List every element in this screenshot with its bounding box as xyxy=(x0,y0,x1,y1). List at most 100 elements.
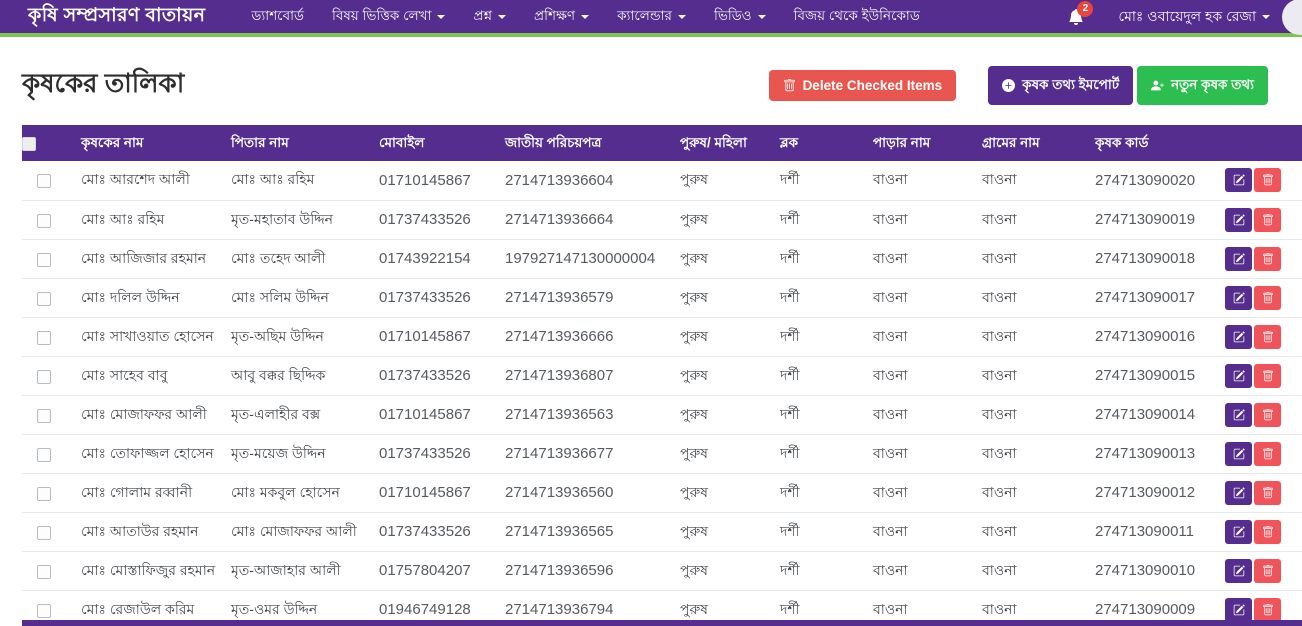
edit-icon xyxy=(1233,487,1245,499)
edit-icon xyxy=(1233,331,1245,343)
farmer-name: মোঃ তোফাজ্জল হোসেন xyxy=(66,434,216,473)
para-name: বাওনা xyxy=(858,317,967,356)
row-checkbox[interactable] xyxy=(37,292,51,306)
para-name: বাওনা xyxy=(858,161,967,200)
top-navbar: কৃষি সম্প্রসারণ বাতায়ন ড্যাশবোর্ডবিষয় … xyxy=(0,0,1302,37)
row-checkbox[interactable] xyxy=(37,370,51,384)
edit-icon xyxy=(1233,292,1245,304)
nav-item-6[interactable]: বিজয় থেকে ইউনিকোড xyxy=(780,5,934,28)
person-plus-icon xyxy=(1151,79,1164,92)
app-brand[interactable]: কৃষি সম্প্রসারণ বাতায়ন xyxy=(28,1,205,33)
edit-button[interactable] xyxy=(1225,481,1252,505)
mobile-number: 01737433526 xyxy=(364,200,490,239)
delete-row-button[interactable] xyxy=(1254,598,1281,622)
user-menu[interactable]: মোঃ ওবায়েদুল হক রেজা xyxy=(1118,5,1270,29)
row-checkbox[interactable] xyxy=(37,448,51,462)
edit-button[interactable] xyxy=(1225,442,1252,466)
mobile-number: 01737433526 xyxy=(364,434,490,473)
para-name: বাওনা xyxy=(858,434,967,473)
edit-button[interactable] xyxy=(1225,325,1252,349)
nav-item-3[interactable]: প্রশিক্ষণ xyxy=(520,5,603,28)
import-farmer-label: কৃষক তথ্য ইমপোর্ট xyxy=(1022,74,1119,97)
table-row: মোঃ আঃ রহিমমৃত-মহাতাব উদ্দিন017374335262… xyxy=(22,200,1302,239)
delete-row-button[interactable] xyxy=(1254,247,1281,271)
row-checkbox[interactable] xyxy=(37,409,51,423)
edit-button[interactable] xyxy=(1225,520,1252,544)
father-name: মৃত-অছিম উদ্দিন xyxy=(216,317,364,356)
chevron-down-icon xyxy=(498,15,506,19)
gender: পুরুষ xyxy=(665,200,765,239)
row-checkbox[interactable] xyxy=(37,565,51,579)
para-name: বাওনা xyxy=(858,278,967,317)
avatar[interactable] xyxy=(1282,0,1302,35)
nav-item-2[interactable]: প্রশ্ন xyxy=(459,5,520,28)
gender: পুরুষ xyxy=(665,278,765,317)
toolbar: Delete Checked Items কৃষক তথ্য ইমপোর্ট ন… xyxy=(769,66,1268,105)
row-checkbox[interactable] xyxy=(37,214,51,228)
row-checkbox[interactable] xyxy=(37,526,51,540)
delete-row-button[interactable] xyxy=(1254,168,1281,192)
chevron-down-icon xyxy=(437,15,445,19)
delete-row-button[interactable] xyxy=(1254,481,1281,505)
select-all-checkbox[interactable] xyxy=(22,137,36,151)
trash-icon xyxy=(1262,526,1274,538)
edit-button[interactable] xyxy=(1225,403,1252,427)
row-checkbox[interactable] xyxy=(37,604,51,618)
block-name: দর্শী xyxy=(765,395,858,434)
notifications-button[interactable]: 2 xyxy=(1068,9,1084,25)
row-checkbox[interactable] xyxy=(37,487,51,501)
table-row: মোঃ মোস্তাফিজুর রহমানমৃত-আজাহার আলী01757… xyxy=(22,551,1302,590)
father-name: আবু বক্কর ছিদ্দিক xyxy=(216,356,364,395)
mobile-number: 01710145867 xyxy=(364,161,490,200)
col-village: গ্রামের নাম xyxy=(967,125,1080,161)
new-farmer-button[interactable]: নতুন কৃষক তথ্য xyxy=(1137,66,1268,105)
chevron-down-icon xyxy=(758,15,766,19)
nav-item-4[interactable]: ক্যালেন্ডার xyxy=(603,5,700,28)
nav-item-1[interactable]: বিষয় ভিত্তিক লেখা xyxy=(318,5,459,28)
village-name: বাওনা xyxy=(967,317,1080,356)
farmer-card-number: 274713090020 xyxy=(1080,161,1223,200)
chevron-down-icon xyxy=(581,15,589,19)
nav-item-0[interactable]: ড্যাশবোর্ড xyxy=(237,5,318,28)
edit-icon xyxy=(1233,448,1245,460)
delete-row-button[interactable] xyxy=(1254,520,1281,544)
farmer-name: মোঃ আতাউর রহমান xyxy=(66,512,216,551)
village-name: বাওনা xyxy=(967,434,1080,473)
delete-row-button[interactable] xyxy=(1254,364,1281,388)
edit-button[interactable] xyxy=(1225,168,1252,192)
trash-icon xyxy=(1262,292,1274,304)
nav-item-5[interactable]: ভিডিও xyxy=(700,5,780,28)
nid-number: 197927147130000004 xyxy=(490,239,665,278)
delete-checked-button[interactable]: Delete Checked Items xyxy=(769,70,957,101)
delete-row-button[interactable] xyxy=(1254,403,1281,427)
edit-button[interactable] xyxy=(1225,559,1252,583)
farmer-name: মোঃ সাহেব বাবু xyxy=(66,356,216,395)
gender: পুরুষ xyxy=(665,356,765,395)
row-checkbox[interactable] xyxy=(37,174,51,188)
table-row: মোঃ তোফাজ্জল হোসেনমৃত-ময়েজ উদ্দিন017374… xyxy=(22,434,1302,473)
farmer-name: মোঃ আজিজার রহমান xyxy=(66,239,216,278)
trash-icon xyxy=(1262,448,1274,460)
nav-menu: ড্যাশবোর্ডবিষয় ভিত্তিক লেখাপ্রশ্নপ্রশিক… xyxy=(237,5,933,28)
edit-button[interactable] xyxy=(1225,598,1252,622)
farmer-name: মোঃ আঃ রহিম xyxy=(66,200,216,239)
edit-button[interactable] xyxy=(1225,286,1252,310)
import-farmer-button[interactable]: কৃষক তথ্য ইমপোর্ট xyxy=(988,66,1133,105)
row-checkbox[interactable] xyxy=(37,331,51,345)
edit-button[interactable] xyxy=(1225,364,1252,388)
father-name: মৃত-এলাহীর বক্স xyxy=(216,395,364,434)
delete-row-button[interactable] xyxy=(1254,208,1281,232)
col-mobile: মোবাইল xyxy=(364,125,490,161)
delete-row-button[interactable] xyxy=(1254,442,1281,466)
row-checkbox[interactable] xyxy=(37,253,51,267)
col-father-name: পিতার নাম xyxy=(216,125,364,161)
delete-row-button[interactable] xyxy=(1254,325,1281,349)
delete-row-button[interactable] xyxy=(1254,559,1281,583)
edit-icon xyxy=(1233,409,1245,421)
edit-button[interactable] xyxy=(1225,208,1252,232)
col-block: ব্লক xyxy=(765,125,858,161)
edit-button[interactable] xyxy=(1225,247,1252,271)
delete-row-button[interactable] xyxy=(1254,286,1281,310)
col-farmer-card: কৃষক কার্ড xyxy=(1080,125,1223,161)
farmer-card-number: 274713090019 xyxy=(1080,200,1223,239)
